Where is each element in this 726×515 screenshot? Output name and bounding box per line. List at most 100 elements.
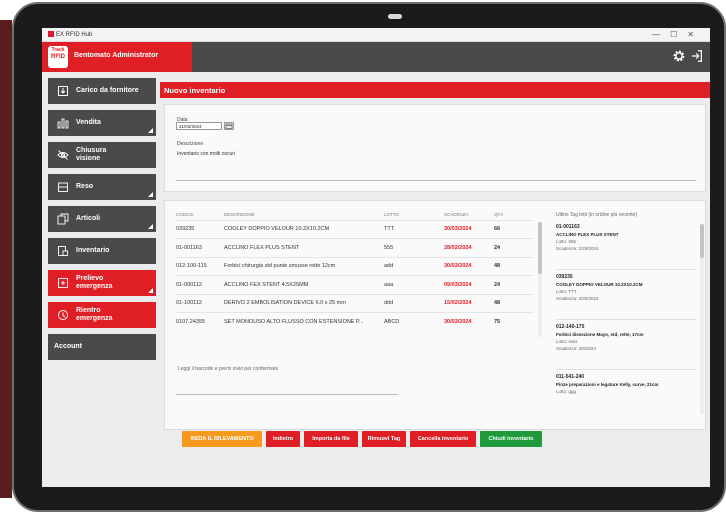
import-file-button[interactable]: Importa da file (304, 431, 358, 447)
table-row[interactable]: 01-100112 DERIVO 2 EMBOLISATION DEVICE 6… (176, 293, 534, 313)
sidebar-item-prelievo-emergenza[interactable]: Prelievo emergenza (48, 270, 156, 296)
cell-description: SET MONOUSO ALTO FLUSSO CON ESTENSIONE P… (224, 312, 384, 331)
cell-lot: TTT (384, 219, 444, 239)
list-item[interactable]: 01-001163 ACCLINO FLEX PLUS STENT Lotto:… (556, 224, 696, 270)
corner-marker (148, 192, 153, 197)
exit-icon[interactable] (690, 49, 704, 63)
rfid-code: 012-140-170 (556, 324, 585, 330)
gear-icon[interactable] (672, 49, 686, 63)
rfid-scrollbar-thumb[interactable] (700, 224, 704, 258)
window-title: EX RFID Hub (48, 31, 92, 38)
cell-description: COOLEY DOPPIO VELOUR 10.2X10.2CM (224, 219, 384, 239)
main-content: Nuovo inventario Data Descrizione Invent… (160, 82, 710, 487)
close-button[interactable]: ✕ (687, 30, 704, 39)
sidebar-item-label: Vendita (76, 119, 101, 126)
background-strip (0, 20, 12, 498)
emergency-out-icon (56, 276, 70, 290)
window-controls: —☐✕ (652, 30, 704, 39)
cell-lot: 555 (384, 238, 444, 257)
description-label: Descrizione (177, 141, 204, 147)
description-underline (176, 180, 696, 181)
rfid-code: 039235 (556, 274, 573, 280)
sidebar-item-chiusura-visione[interactable]: Chiusura visione (48, 142, 156, 168)
corner-marker (148, 288, 153, 293)
box-arrow-icon (56, 84, 70, 98)
app-header: Track RFID Bentomato Administrator (42, 42, 710, 72)
rfid-code: 01-001163 (556, 224, 580, 230)
rfid-description: COOLEY DOPPIO VELOUR 10.2X10.2CM (556, 282, 643, 287)
list-item[interactable]: 011-541-240 Pinze preparazioni e legatur… (556, 374, 696, 414)
rfid-tag-list: 01-001163 ACCLINO FLEX PLUS STENT Lotto:… (556, 224, 706, 424)
track-rfid-logo: Track RFID (48, 46, 68, 68)
cell-code: 01-100112 (176, 293, 224, 313)
sidebar-item-label: Carico da fornitore (76, 87, 139, 94)
rfid-expiry: Scadenza: 3/30/2024 (556, 296, 599, 301)
cell-qty: 75 (494, 312, 534, 331)
app-screen: EX RFID Hub —☐✕ Track RFID Bentomato Adm… (42, 28, 710, 487)
rfid-expiry: Scadenza: 2/28/2024 (556, 246, 599, 251)
cell-qty: 24 (494, 275, 534, 294)
table-row[interactable]: 0107.24355 SET MONOUSO ALTO FLUSSO CON E… (176, 312, 534, 331)
calendar-icon[interactable] (224, 122, 234, 130)
start-scan-button[interactable]: INIZIA IL RILEVAMENTO (182, 431, 262, 447)
emergency-in-icon (56, 308, 70, 322)
col-header-expiry: SCADENZA (444, 212, 469, 218)
table-row[interactable]: 012-100-115 Forbici chirurgia std punte … (176, 256, 534, 276)
rfid-description: ACCLINO FLEX PLUS STENT (556, 232, 619, 237)
description-input[interactable]: Inventario con molti oscuri (177, 151, 235, 157)
col-header-qty: QTÀ (494, 212, 504, 218)
sidebar-item-label: Chiusura visione (76, 147, 107, 162)
date-field[interactable]: 21/03/2024 (176, 122, 222, 130)
cell-lot: add (384, 256, 444, 276)
remove-tag-button[interactable]: Rimuovi Tag (362, 431, 406, 447)
eye-off-icon (56, 148, 70, 162)
sidebar-item-label: Reso (76, 183, 94, 190)
cell-description: DERIVO 2 EMBOLISATION DEVICE 6.0 x 25 mm (224, 293, 384, 313)
sidebar-item-label: Inventario (76, 247, 110, 254)
list-item[interactable]: 012-140-170 Forbici dissezione Mayo, std… (556, 324, 696, 370)
cell-description: Forbici chirurgia std punte smusse rette… (224, 256, 384, 276)
barcode-input[interactable]: Leggi il barcode e premi invio per confe… (178, 366, 278, 372)
sidebar-item-label: Prelievo emergenza (76, 275, 113, 290)
cell-expiry: 30/03/2024 (444, 219, 494, 239)
cell-expiry: 30/03/2024 (444, 256, 494, 276)
sidebar-item-articoli[interactable]: Articoli (48, 206, 156, 232)
rfid-description: Pinze preparazioni e legature Kelly, cur… (556, 382, 659, 387)
table-row[interactable]: 01-001163 ACCLINO FLEX PLUS STENT 555 28… (176, 238, 534, 257)
form-panel: Data Descrizione Inventario con molti os… (164, 104, 706, 192)
cell-expiry: 30/03/2024 (444, 312, 494, 331)
inventory-icon (56, 244, 70, 258)
table-scrollbar-thumb[interactable] (538, 222, 542, 274)
cell-qty: 48 (494, 256, 534, 276)
close-inventory-button[interactable]: Chiudi inventario (480, 431, 542, 447)
sidebar-item-account[interactable]: Account (48, 334, 156, 360)
rfid-description: Forbici dissezione Mayo, std, rette, 17c… (556, 332, 644, 337)
sidebar-item-carico[interactable]: Carico da fornitore (48, 78, 156, 104)
minimize-button[interactable]: — (652, 30, 670, 39)
rfid-lot: Lotto: ssss (556, 339, 578, 344)
table-row[interactable]: 01-000112 ACCLINO FEX STENT 4.5X25MM aaa… (176, 275, 534, 294)
cancel-inventory-button[interactable]: Cancella inventario (410, 431, 476, 447)
cell-code: 01-001163 (176, 238, 224, 257)
back-button[interactable]: Indietro (266, 431, 300, 447)
cell-qty: 24 (494, 238, 534, 257)
sidebar-item-inventario[interactable]: Inventario (48, 238, 156, 264)
inventory-table: CODICE DESCRIZIONE LOTTO SCADENZA QTÀ 03… (176, 210, 534, 331)
window-titlebar: EX RFID Hub —☐✕ (42, 28, 710, 42)
sidebar-item-vendita[interactable]: Vendita (48, 110, 156, 136)
sidebar-item-reso[interactable]: Reso (48, 174, 156, 200)
rfid-panel-title: Ultimi Tag letti (in ordine più recente) (556, 212, 638, 218)
col-header-lot: LOTTO (384, 212, 399, 218)
cell-code: 01-000112 (176, 275, 224, 294)
sidebar-item-rientro-emergenza[interactable]: Rientro emergenza (48, 302, 156, 328)
cell-lot: ABCD (384, 312, 444, 331)
maximize-button[interactable]: ☐ (670, 30, 687, 39)
photo-stage: EX RFID Hub —☐✕ Track RFID Bentomato Adm… (0, 0, 726, 515)
rfid-lot: Lotto: ggg (556, 389, 577, 394)
list-item[interactable]: 039235 COOLEY DOPPIO VELOUR 10.2X10.2CM … (556, 274, 696, 320)
barcode-underline (176, 394, 398, 395)
cell-qty: 66 (494, 219, 534, 239)
table-header-row: CODICE DESCRIZIONE LOTTO SCADENZA QTÀ (176, 210, 534, 220)
cell-code: 039235 (176, 219, 224, 239)
table-row[interactable]: 039235 COOLEY DOPPIO VELOUR 10.2X10.2CM … (176, 219, 534, 239)
